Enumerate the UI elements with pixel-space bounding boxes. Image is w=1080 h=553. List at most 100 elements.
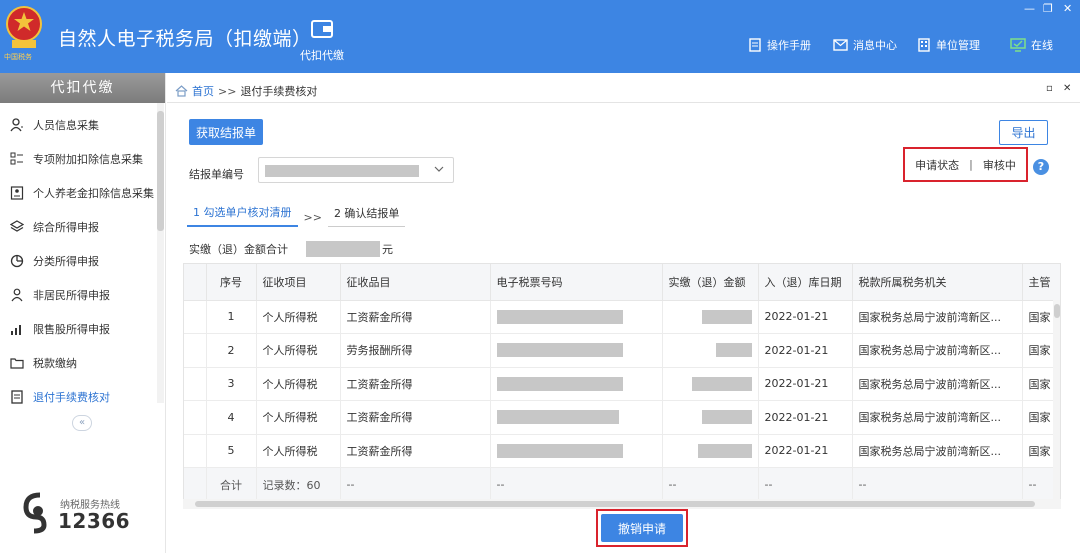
cancel-highlight: 撤销申请 xyxy=(596,509,688,547)
app-title: 自然人电子税务局（扣缴端） xyxy=(58,28,312,50)
sidebar-item-fee-refund-check[interactable]: 退付手续费核对 xyxy=(0,380,158,414)
row-amount xyxy=(662,367,759,401)
sidebar-scrollbar[interactable] xyxy=(157,103,164,403)
chevron-down-icon xyxy=(434,166,444,172)
bar-chart-icon xyxy=(11,325,21,335)
summary-dash: -- xyxy=(490,467,663,502)
row-amount xyxy=(662,333,759,368)
table-horizontal-scrollbar[interactable] xyxy=(183,499,1061,509)
status-value: 审核中 xyxy=(982,158,1016,172)
table-vertical-thumb[interactable] xyxy=(1054,304,1060,318)
home-icon[interactable] xyxy=(175,85,188,97)
person-outline-icon xyxy=(11,288,23,302)
sidebar-item-pension-deduction[interactable]: 个人养老金扣除信息采集 xyxy=(0,176,158,210)
export-button[interactable]: 导出 xyxy=(999,120,1048,145)
online-status[interactable]: 在线 xyxy=(1010,37,1053,53)
row-date: 2022-01-21 xyxy=(758,333,853,368)
table-row[interactable]: 5 个人所得税 工资薪金所得 2022-01-21 国家税务总局宁波前湾新区..… xyxy=(184,434,1060,468)
module-label: 代扣代缴 xyxy=(300,49,344,62)
sidebar-item-special-deduction[interactable]: 专项附加扣除信息采集 xyxy=(0,142,158,176)
row-sub-item: 劳务报酬所得 xyxy=(340,333,491,368)
minimize-icon[interactable]: — xyxy=(1024,2,1035,15)
redacted-value xyxy=(496,443,623,458)
row-office: 国家税务总局宁波前湾新区... xyxy=(852,333,1023,368)
online-label: 在线 xyxy=(1031,39,1053,52)
table-summary-row: 合计 记录数：60 -- -- -- -- -- -- xyxy=(184,467,1060,502)
row-ticket xyxy=(490,400,663,435)
manual-link[interactable]: 操作手册 xyxy=(748,37,811,53)
row-select-cell xyxy=(184,400,207,435)
building-icon xyxy=(918,38,930,52)
table-horizontal-thumb[interactable] xyxy=(195,501,1035,507)
report-number-select[interactable] xyxy=(258,157,454,183)
monitor-icon xyxy=(1010,38,1026,52)
panel-maximize-icon[interactable]: ▫ xyxy=(1046,83,1053,94)
row-item: 个人所得税 xyxy=(256,300,341,334)
breadcrumb-current: 退付手续费核对 xyxy=(240,85,318,98)
sidebar-item-restricted-shares[interactable]: 限售股所得申报 xyxy=(0,312,158,346)
unit-management-link[interactable]: 单位管理 xyxy=(917,37,980,53)
row-ticket xyxy=(490,434,663,468)
summary-dash: -- xyxy=(758,467,853,502)
total-amount-unit: 元 xyxy=(382,243,393,256)
table-row[interactable]: 3 个人所得税 工资薪金所得 2022-01-21 国家税务总局宁波前湾新区..… xyxy=(184,367,1060,401)
breadcrumb-divider xyxy=(167,102,1080,103)
close-icon[interactable]: ✕ xyxy=(1063,2,1072,15)
folder-icon xyxy=(10,358,24,369)
redacted-value xyxy=(306,241,380,257)
row-no: 3 xyxy=(206,367,257,401)
row-office: 国家税务总局宁波前湾新区... xyxy=(852,434,1023,468)
status-divider: | xyxy=(969,158,973,171)
table-row[interactable]: 2 个人所得税 劳务报酬所得 2022-01-21 国家税务总局宁波前湾新区..… xyxy=(184,333,1060,368)
message-center-link[interactable]: 消息中心 xyxy=(833,37,897,53)
column-header: 征收品目 xyxy=(340,264,491,301)
sidebar-item-non-resident[interactable]: 非居民所得申报 xyxy=(0,278,158,312)
redacted-value xyxy=(496,309,623,324)
redacted-value xyxy=(265,165,419,177)
row-amount xyxy=(662,300,759,334)
row-sub-item: 工资薪金所得 xyxy=(340,300,491,334)
select-column-header xyxy=(184,264,207,301)
module-tab-withholding[interactable]: 代扣代缴 xyxy=(296,18,348,63)
breadcrumb-home-link[interactable]: 首页 xyxy=(192,83,214,99)
sidebar-scroll-thumb[interactable] xyxy=(157,111,164,231)
message-center-label: 消息中心 xyxy=(853,39,897,52)
tab-step-1[interactable]: 1 勾选单户核对清册 xyxy=(187,204,298,227)
panel-close-icon[interactable]: ✕ xyxy=(1063,83,1071,94)
row-item: 个人所得税 xyxy=(256,333,341,368)
emblem-caption: 中国税务 xyxy=(4,53,32,61)
hotline-logo-icon xyxy=(23,492,47,534)
sidebar-item-personnel-info[interactable]: 人员信息采集 xyxy=(0,108,158,142)
summary-count: 记录数：60 xyxy=(256,467,341,502)
step-arrow: >> xyxy=(303,211,322,224)
sidebar-item-label: 综合所得申报 xyxy=(33,221,99,234)
column-header: 征收项目 xyxy=(256,264,341,301)
main-panel: 首页 >> 退付手续费核对 ▫ ✕ 获取结报单 导出 申请状态 | 审核中 ? … xyxy=(167,73,1080,553)
cancel-application-button[interactable]: 撤销申请 xyxy=(601,514,683,542)
fetch-report-button[interactable]: 获取结报单 xyxy=(189,119,263,145)
help-icon[interactable]: ? xyxy=(1033,159,1049,175)
table-vertical-scrollbar[interactable] xyxy=(1053,300,1060,500)
restore-icon[interactable]: ❐ xyxy=(1043,2,1053,15)
table-row[interactable]: 1 个人所得税 工资薪金所得 2022-01-21 国家税务总局宁波前湾新区..… xyxy=(184,300,1060,334)
table-row[interactable]: 4 个人所得税 工资薪金所得 2022-01-21 国家税务总局宁波前湾新区..… xyxy=(184,400,1060,435)
tab-step-2[interactable]: 2 确认结报单 xyxy=(327,205,406,227)
sidebar-item-label: 税款缴纳 xyxy=(33,357,77,370)
column-header: 入（退）库日期 xyxy=(758,264,853,301)
sidebar-item-label: 专项附加扣除信息采集 xyxy=(33,153,143,166)
row-no: 4 xyxy=(206,400,257,435)
breadcrumb-separator: >> xyxy=(218,84,237,98)
pie-icon xyxy=(10,254,24,268)
sidebar-item-category-income[interactable]: 分类所得申报 xyxy=(0,244,158,278)
report-number-label: 结报单编号 xyxy=(189,168,244,181)
id-card-icon xyxy=(10,186,24,200)
row-date: 2022-01-21 xyxy=(758,367,853,401)
redacted-value xyxy=(496,343,623,358)
sidebar-item-tax-payment[interactable]: 税款缴纳 xyxy=(0,346,158,380)
sidebar-collapse-button[interactable]: « xyxy=(72,415,92,431)
redacted-value xyxy=(701,309,752,324)
breadcrumb: 首页 >> 退付手续费核对 xyxy=(175,83,317,99)
sidebar-item-comprehensive-income[interactable]: 综合所得申报 xyxy=(0,210,158,244)
table-header-row: 序号 征收项目 征收品目 电子税票号码 实缴（退）金额 入（退）库日期 税款所属… xyxy=(184,264,1060,301)
redacted-value xyxy=(701,410,752,425)
